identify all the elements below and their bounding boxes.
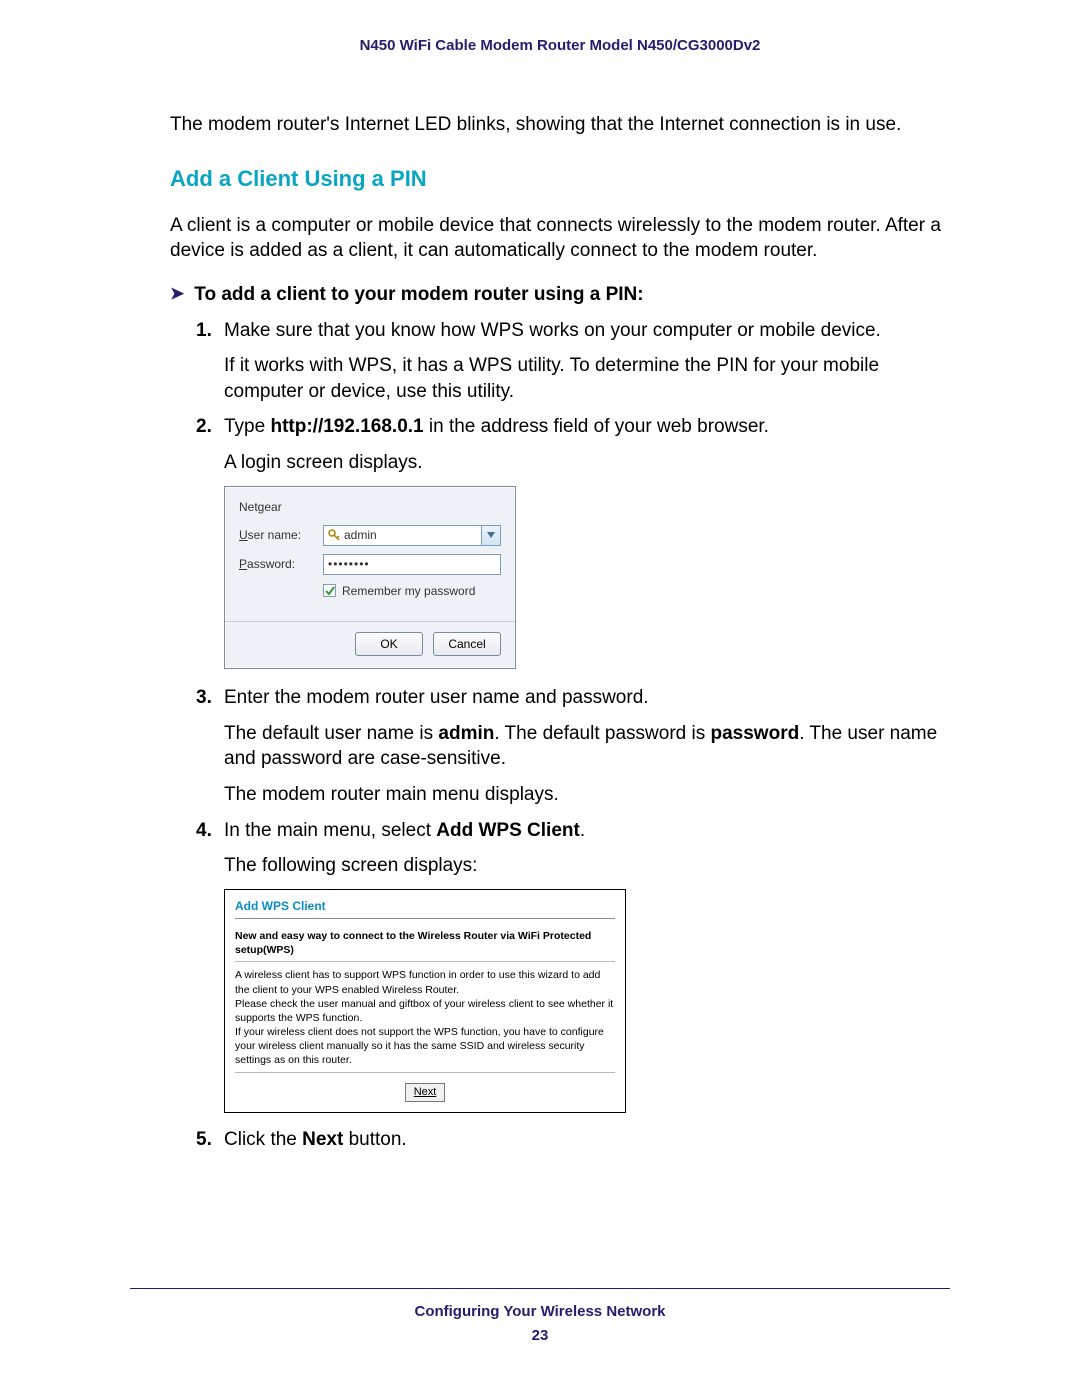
step-3: 3. Enter the modem router user name and …: [196, 685, 950, 808]
next-button[interactable]: Next: [405, 1083, 446, 1102]
task-text: To add a client to your modem router usi…: [194, 282, 643, 308]
login-dialog: Netgear User name: admin: [224, 486, 516, 669]
step-1-text2: If it works with WPS, it has a WPS utili…: [224, 353, 950, 404]
step-3-text3: The modem router main menu displays.: [224, 782, 950, 808]
step-5-text: Click the Next button.: [224, 1127, 950, 1153]
user-key-icon: [328, 529, 340, 541]
page-number: 23: [0, 1326, 1080, 1346]
step-4-text: In the main menu, select Add WPS Client.: [224, 818, 950, 844]
ok-button[interactable]: OK: [355, 632, 423, 656]
step-4-text2: The following screen displays:: [224, 853, 950, 879]
section-desc: A client is a computer or mobile device …: [170, 213, 950, 264]
footer-divider: [130, 1288, 950, 1289]
divider: [235, 961, 615, 962]
step-3-text: Enter the modem router user name and pas…: [224, 685, 950, 711]
step-number: 4.: [196, 818, 212, 844]
username-row: User name: admin: [239, 525, 501, 546]
remember-row: Remember my password: [323, 583, 501, 599]
username-label: User name:: [239, 527, 323, 543]
username-value: admin: [344, 527, 477, 543]
task-heading: ➤ To add a client to your modem router u…: [170, 282, 950, 308]
login-brand: Netgear: [239, 499, 501, 515]
step-number: 1.: [196, 318, 212, 344]
step-3-text2: The default user name is admin. The defa…: [224, 721, 950, 772]
remember-checkbox[interactable]: [323, 584, 336, 597]
step-1-text: Make sure that you know how WPS works on…: [224, 318, 950, 344]
remember-label: Remember my password: [342, 583, 475, 599]
wps-title: Add WPS Client: [235, 898, 615, 914]
username-field[interactable]: admin: [323, 525, 501, 546]
wps-subtitle: New and easy way to connect to the Wirel…: [235, 929, 615, 957]
divider: [235, 1072, 615, 1073]
divider: [235, 918, 615, 919]
step-4: 4. In the main menu, select Add WPS Clie…: [196, 818, 950, 1113]
step-number: 5.: [196, 1127, 212, 1153]
wps-paragraph-3: If your wireless client does not support…: [235, 1025, 615, 1068]
step-2-text2: A login screen displays.: [224, 450, 950, 476]
wps-paragraph-1: A wireless client has to support WPS fun…: [235, 968, 615, 996]
section-heading: Add a Client Using a PIN: [170, 164, 950, 194]
step-5: 5. Click the Next button.: [196, 1127, 950, 1153]
password-row: Password: ••••••••: [239, 554, 501, 575]
password-value: ••••••••: [328, 556, 370, 572]
manual-page: N450 WiFi Cable Modem Router Model N450/…: [0, 0, 1080, 1397]
step-2: 2. Type http://192.168.0.1 in the addres…: [196, 414, 950, 669]
intro-paragraph: The modem router's Internet LED blinks, …: [170, 112, 950, 138]
wps-paragraph-2: Please check the user manual and giftbox…: [235, 997, 615, 1025]
wps-client-screen: Add WPS Client New and easy way to conne…: [224, 889, 626, 1113]
step-1: 1. Make sure that you know how WPS works…: [196, 318, 950, 405]
step-2-text: Type http://192.168.0.1 in the address f…: [224, 414, 950, 440]
step-number: 2.: [196, 414, 212, 440]
arrow-right-icon: ➤: [170, 283, 184, 306]
cancel-button[interactable]: Cancel: [433, 632, 501, 656]
password-field[interactable]: ••••••••: [323, 554, 501, 575]
password-label: Password:: [239, 556, 323, 572]
chevron-down-icon[interactable]: [481, 526, 500, 545]
footer-text: Configuring Your Wireless Network: [0, 1302, 1080, 1322]
doc-header: N450 WiFi Cable Modem Router Model N450/…: [170, 36, 950, 56]
steps-list: 1. Make sure that you know how WPS works…: [196, 318, 950, 1153]
step-number: 3.: [196, 685, 212, 711]
